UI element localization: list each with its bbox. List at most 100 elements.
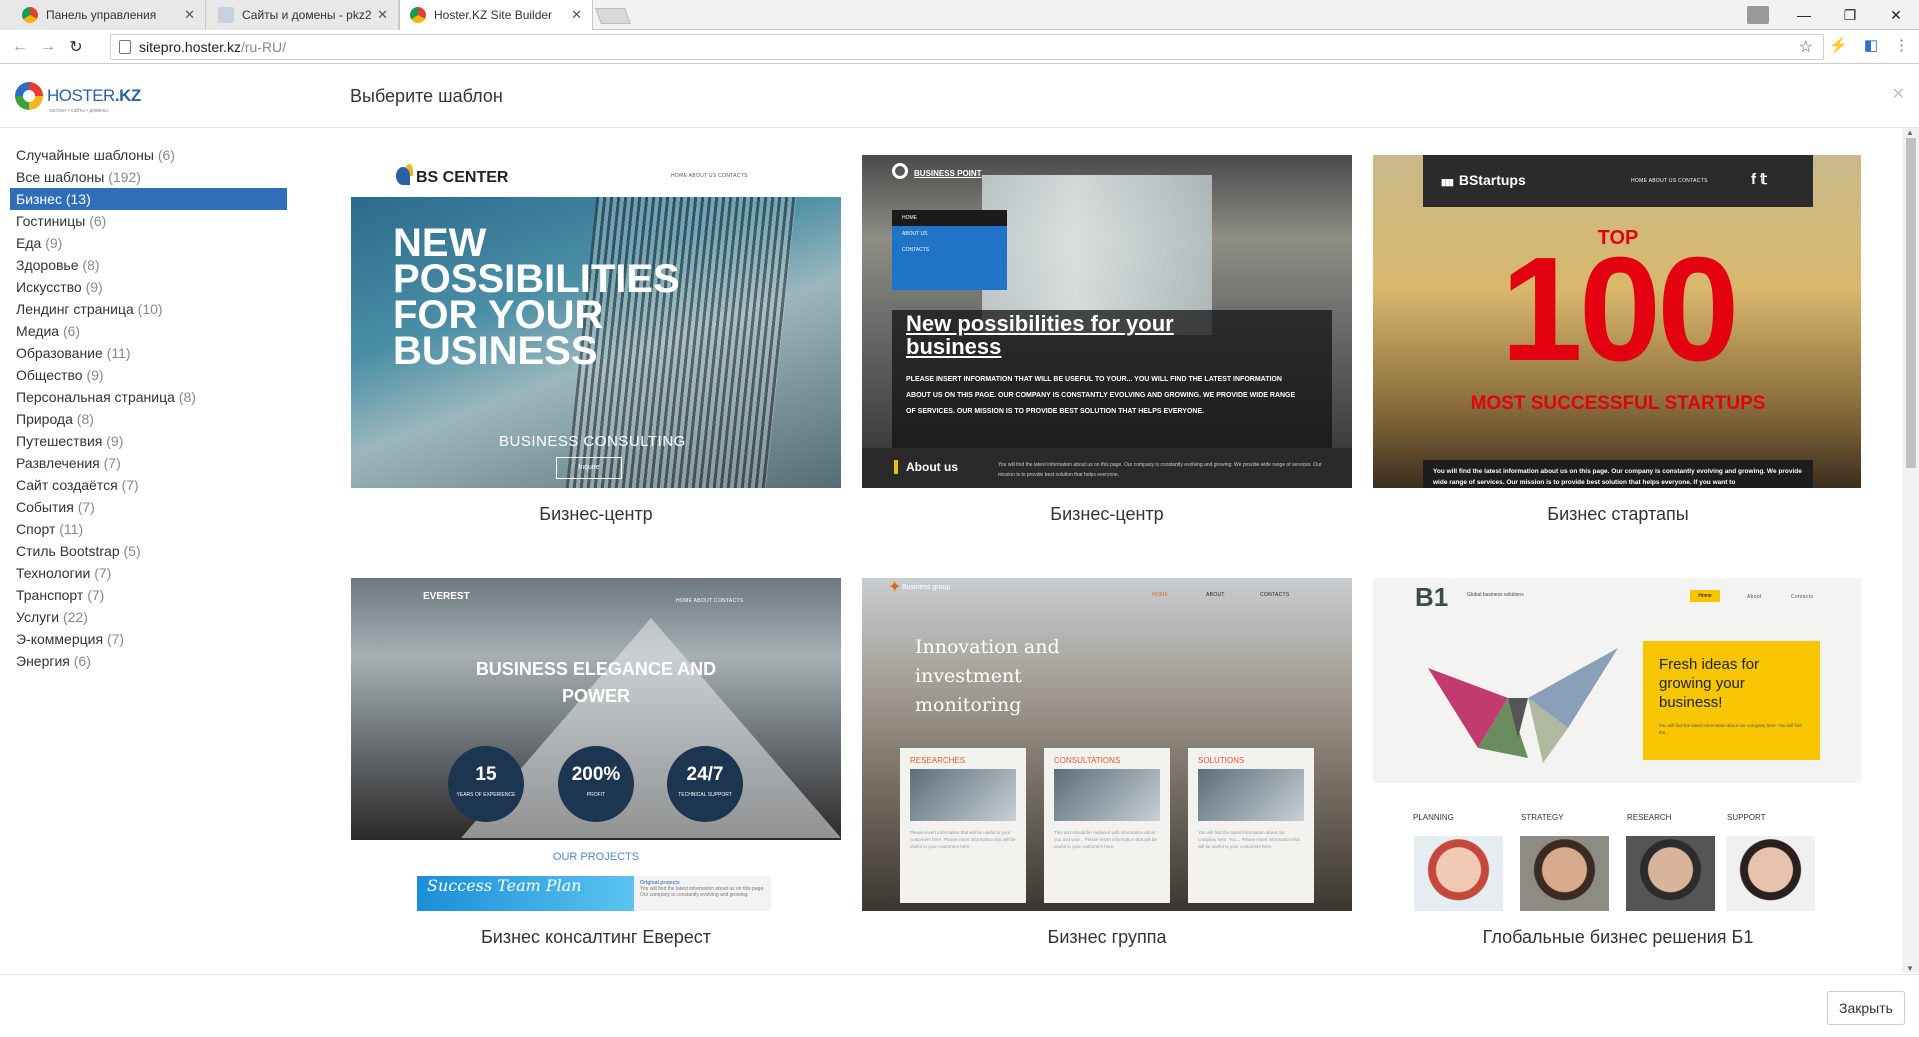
category-item[interactable]: Транспорт (7) — [10, 584, 287, 606]
thumb-body: PLEASE INSERT INFORMATION THAT WILL BE U… — [906, 376, 1296, 415]
category-item[interactable]: Энергия (6) — [10, 650, 287, 672]
template-name[interactable]: Бизнес-центр — [351, 504, 841, 525]
category-item[interactable]: Все шаблоны (192) — [10, 166, 287, 188]
stat-number: 200% — [571, 764, 621, 785]
template-name[interactable]: Глобальные бизнес решения Б1 — [1373, 927, 1861, 948]
stat-label: PROFIT — [586, 792, 606, 798]
template-card[interactable]: BS CENTER HOME ABOUT US CONTACTS NEW POS… — [351, 155, 841, 525]
scroll-down-icon[interactable]: ▼ — [1906, 964, 1914, 973]
category-item[interactable]: Искусство (9) — [10, 276, 287, 298]
category-item[interactable]: Бизнес (13) — [10, 188, 287, 210]
box-title: RESEARCHES — [910, 756, 966, 765]
page-info-icon[interactable] — [119, 40, 131, 54]
minimize-icon[interactable]: — — [1781, 7, 1827, 23]
template-thumbnail[interactable]: Business group HOME ABOUT CONTACTS Innov… — [862, 578, 1352, 911]
close-icon[interactable]: ✕ — [377, 7, 388, 23]
close-icon[interactable]: ✕ — [571, 7, 582, 23]
category-item[interactable]: Э-коммерция (7) — [10, 628, 287, 650]
thumb-portrait — [1520, 836, 1609, 911]
category-item[interactable]: Лендинг страница (10) — [10, 298, 287, 320]
template-name[interactable]: Бизнес стартапы — [1373, 504, 1861, 525]
scrollbar[interactable]: ▲ ▼ — [1902, 128, 1919, 973]
thumb-menu-item: HOME — [892, 210, 1007, 226]
thumb-portrait — [1626, 836, 1715, 911]
category-item[interactable]: Природа (8) — [10, 408, 287, 430]
category-item[interactable]: Технологии (7) — [10, 562, 287, 584]
template-thumbnail[interactable]: BUSINESS POINT HOME ABOUT US CONTACTS Ne… — [862, 155, 1352, 488]
thumb-menu-item: Home — [1690, 590, 1720, 602]
back-icon[interactable]: ← — [6, 38, 34, 56]
category-list: Случайные шаблоны (6) Все шаблоны (192) Би… — [10, 144, 287, 672]
window-close-icon[interactable]: ✕ — [1873, 7, 1919, 24]
template-card[interactable]: Business group HOME ABOUT CONTACTS Innov… — [862, 578, 1352, 948]
category-label: Образование — [16, 345, 103, 361]
thumb-headline: New possibilities for your business — [906, 311, 1174, 359]
thumb-project-text: Original projects You will find the late… — [634, 876, 771, 911]
category-item[interactable]: Медиа (6) — [10, 320, 287, 342]
category-item[interactable]: Здоровье (8) — [10, 254, 287, 276]
logo-text: HOSTER.KZ — [47, 86, 141, 106]
thumb-headline: MOST SUCCESSFUL STARTUPS — [1470, 393, 1766, 414]
category-count: (6) — [62, 323, 81, 339]
category-item[interactable]: Общество (9) — [10, 364, 287, 386]
tab-title: Панель управления — [46, 8, 157, 22]
category-item[interactable]: Развлечения (7) — [10, 452, 287, 474]
category-item[interactable]: Случайные шаблоны (6) — [10, 144, 287, 166]
browser-toolbar: ← → ↻ sitepro.hoster.kz /ru-RU/ ☆ ⚡ ◧ ⋮ — [0, 30, 1919, 64]
category-item[interactable]: Еда (9) — [10, 232, 287, 254]
category-item[interactable]: Стиль Bootstrap (5) — [10, 540, 287, 562]
template-thumbnail[interactable]: B1 Global business solutions Home About … — [1373, 578, 1861, 911]
scrollbar-thumb[interactable] — [1906, 138, 1916, 468]
bookmark-star-icon[interactable]: ☆ — [1799, 37, 1813, 57]
thumb-logo: Business group — [888, 584, 952, 592]
close-button[interactable]: Закрыть — [1827, 991, 1905, 1025]
category-item[interactable]: События (7) — [10, 496, 287, 518]
category-count: (8) — [178, 389, 196, 405]
close-icon[interactable]: ✕ — [184, 7, 195, 23]
template-card[interactable]: BUSINESS POINT HOME ABOUT US CONTACTS Ne… — [862, 155, 1352, 525]
thumb-menu-item: CONTACTS — [902, 247, 930, 253]
scroll-up-icon[interactable]: ▲ — [1906, 128, 1914, 137]
stat-number: 24/7 — [686, 764, 724, 785]
category-item[interactable]: Образование (11) — [10, 342, 287, 364]
category-item[interactable]: Гостиницы (6) — [10, 210, 287, 232]
menu-icon[interactable]: ⋮ — [1894, 36, 1909, 54]
category-count: (9) — [85, 279, 103, 295]
category-item[interactable]: Услуги (22) — [10, 606, 287, 628]
extension-icon[interactable]: ◧ — [1864, 36, 1878, 54]
category-count: (9) — [86, 367, 104, 383]
category-item[interactable]: Спорт (11) — [10, 518, 287, 540]
template-card[interactable]: B1 Global business solutions Home About … — [1373, 578, 1861, 948]
hoster-logo: HOSTER.KZ хостинг • сайты • домены — [15, 82, 141, 114]
category-item[interactable]: Путешествия (9) — [10, 430, 287, 452]
category-count: (7) — [103, 455, 121, 471]
template-name[interactable]: Бизнес консалтинг Еверест — [351, 927, 841, 948]
category-count: (9) — [106, 433, 124, 449]
category-count: (7) — [94, 565, 112, 581]
template-thumbnail[interactable]: BS CENTER HOME ABOUT US CONTACTS NEW POS… — [351, 155, 841, 488]
category-item[interactable]: Сайт создаётся (7) — [10, 474, 287, 496]
reload-icon[interactable]: ↻ — [62, 37, 90, 57]
new-tab-button[interactable] — [595, 8, 631, 24]
address-bar[interactable]: sitepro.hoster.kz /ru-RU/ ☆ — [110, 34, 1824, 60]
forward-icon[interactable]: → — [34, 38, 62, 56]
category-label: Спорт — [16, 521, 56, 537]
chrome-favicon-icon — [22, 7, 38, 23]
template-card[interactable]: BStartups HOME ABOUT US CONTACTS f 𝕥 TOP… — [1373, 155, 1861, 525]
template-name[interactable]: Бизнес-центр — [862, 504, 1352, 525]
stat-number: 15 — [475, 764, 497, 785]
browser-tab[interactable]: Панель управления ✕ — [0, 0, 206, 30]
template-thumbnail[interactable]: EVEREST HOME ABOUT CONTACTS BUSINESS ELE… — [351, 578, 841, 911]
profile-icon[interactable] — [1747, 6, 1769, 24]
close-icon[interactable]: ✕ — [1892, 84, 1905, 104]
thumb-headline: NEW POSSIBILITIES FOR YOUR BUSINESS — [393, 221, 680, 373]
category-item[interactable]: Персональная страница (8) — [10, 386, 287, 408]
lightning-extension-icon[interactable]: ⚡ — [1829, 36, 1848, 54]
restore-icon[interactable]: ❐ — [1827, 7, 1873, 24]
template-card[interactable]: EVEREST HOME ABOUT CONTACTS BUSINESS ELE… — [351, 578, 841, 948]
browser-tab[interactable]: Сайты и домены - pkz2 ✕ — [206, 0, 399, 30]
template-thumbnail[interactable]: BStartups HOME ABOUT US CONTACTS f 𝕥 TOP… — [1373, 155, 1861, 488]
template-name[interactable]: Бизнес группа — [862, 927, 1352, 948]
browser-tab-active[interactable]: Hoster.KZ Site Builder ✕ — [399, 0, 593, 30]
browser-tab-strip: Панель управления ✕ Сайты и домены - pkz… — [0, 0, 1919, 30]
